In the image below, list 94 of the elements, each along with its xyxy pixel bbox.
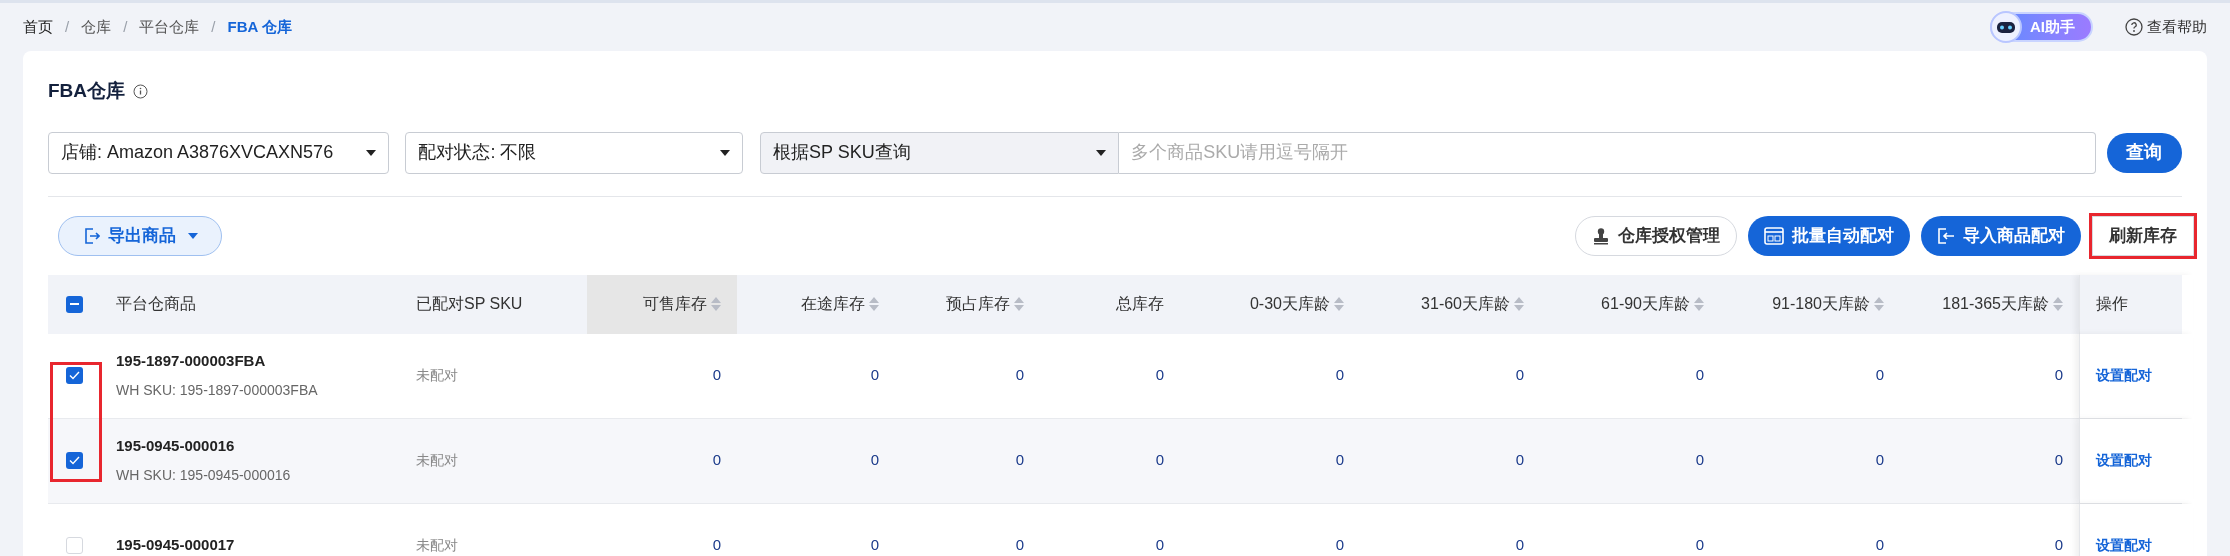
- info-icon: [133, 83, 149, 99]
- sort-icon: [1694, 297, 1704, 311]
- caret-icon: [366, 149, 377, 156]
- stock-value: 0: [2054, 365, 2063, 386]
- stock-value: 0: [1155, 450, 1164, 471]
- toolbar-button[interactable]: 导入商品配对: [1921, 215, 2081, 256]
- sortable-column-header[interactable]: 0-30天库龄: [1249, 292, 1344, 316]
- sortable-column-header[interactable]: 61-90天库龄: [1601, 292, 1704, 316]
- sortable-column-header[interactable]: 在途库存: [801, 292, 879, 316]
- stock-value: 0: [1155, 365, 1164, 386]
- stock-value: 0: [1515, 365, 1524, 386]
- stock-value: 0: [2054, 535, 2063, 556]
- stock-value: 0: [1335, 535, 1344, 556]
- sortable-column-header[interactable]: 91-180天库龄: [1772, 292, 1884, 316]
- warehouse-sku: WH SKU: 195-0945-000016: [116, 466, 292, 486]
- paired-status: 未配对: [416, 366, 458, 385]
- sort-icon: [1334, 297, 1344, 311]
- set-pairing-link[interactable]: 设置配对: [2096, 535, 2152, 556]
- toolbar-button[interactable]: 仓库授权管理: [1575, 215, 1737, 256]
- stock-value: 0: [712, 365, 721, 386]
- sortable-column-header[interactable]: 预占库存: [946, 292, 1024, 316]
- stock-value: 0: [1695, 450, 1704, 471]
- stock-value: 0: [1335, 450, 1344, 471]
- stock-value: 0: [1875, 365, 1884, 386]
- toolbar-button[interactable]: 刷新库存: [2092, 215, 2194, 256]
- product-code: 195-0945-000017: [116, 535, 236, 556]
- breadcrumb-separator: /: [211, 16, 216, 37]
- breadcrumb-link[interactable]: 首页: [23, 15, 53, 39]
- help-icon: [2125, 18, 2143, 36]
- help-link[interactable]: 查看帮助: [2125, 15, 2207, 39]
- export-button[interactable]: 导出商品: [58, 215, 222, 256]
- minus-icon: [69, 303, 79, 305]
- checkbox[interactable]: [65, 367, 83, 384]
- sort-icon: [711, 297, 721, 311]
- search-field[interactable]: 多个商品SKU请用逗号隔开: [1119, 131, 2096, 174]
- stock-value: 0: [1515, 535, 1524, 556]
- column-label: 已配对SP SKU: [416, 294, 523, 314]
- column-label: 平台仓商品: [116, 294, 196, 314]
- stock-value: 0: [870, 365, 879, 386]
- sort-icon: [1874, 297, 1884, 311]
- stock-value: 0: [1875, 450, 1884, 471]
- stock-value: 0: [1015, 365, 1024, 386]
- checkbox[interactable]: [65, 452, 83, 469]
- stock-value: 0: [870, 535, 879, 556]
- product-code: 195-0945-000016: [116, 435, 236, 456]
- set-pairing-link[interactable]: 设置配对: [2096, 450, 2152, 471]
- page-title: FBA仓库: [48, 79, 126, 103]
- product-code: 195-1897-000003FBA: [116, 350, 267, 371]
- pair-status-select[interactable]: 配对状态: 不限: [405, 131, 743, 174]
- stock-value: 0: [1875, 535, 1884, 556]
- stock-value: 0: [1015, 535, 1024, 556]
- breadcrumb-link[interactable]: 平台仓库: [139, 15, 200, 39]
- stock-value: 0: [712, 450, 721, 471]
- sort-icon: [2053, 297, 2063, 311]
- stock-value: 0: [2054, 450, 2063, 471]
- breadcrumb-link[interactable]: 仓库: [81, 15, 112, 39]
- sort-icon: [869, 297, 879, 311]
- store-select[interactable]: 店铺: Amazon A3876XVCAXN576: [48, 131, 390, 174]
- import-icon: [1937, 226, 1955, 245]
- breadcrumb-separator: /: [123, 16, 128, 37]
- toolbar-button[interactable]: 批量自动配对: [1748, 215, 1910, 256]
- paired-status: 未配对: [416, 536, 458, 555]
- stamp-icon: [1592, 226, 1610, 245]
- stock-value: 0: [870, 450, 879, 471]
- column-label: 总库存: [1116, 294, 1164, 314]
- stock-value: 0: [1695, 365, 1704, 386]
- checkbox[interactable]: [65, 537, 83, 554]
- stock-value: 0: [712, 535, 721, 556]
- auto-match-icon: [1764, 226, 1784, 245]
- stock-value: 0: [1335, 365, 1344, 386]
- robot-icon: [1990, 11, 2022, 43]
- check-icon: [68, 371, 80, 380]
- caret-icon: [1096, 149, 1107, 156]
- search-button[interactable]: 查询: [2106, 132, 2182, 173]
- breadcrumb-separator: /: [65, 16, 70, 37]
- sortable-column-header[interactable]: 31-60天库龄: [1421, 292, 1524, 316]
- export-icon: [82, 226, 100, 245]
- warehouse-sku: WH SKU: 195-1897-000003FBA: [116, 381, 319, 401]
- caret-icon: [188, 232, 198, 239]
- breadcrumb-link[interactable]: FBA 仓库: [227, 15, 292, 39]
- column-label: 操作: [2096, 294, 2128, 314]
- sortable-column-header[interactable]: 181-365天库龄: [1942, 292, 2063, 316]
- caret-icon: [719, 149, 730, 156]
- paired-status: 未配对: [416, 451, 458, 470]
- check-icon: [68, 456, 80, 465]
- search-type-select[interactable]: 根据SP SKU查询: [759, 131, 1120, 174]
- stock-value: 0: [1015, 450, 1024, 471]
- set-pairing-link[interactable]: 设置配对: [2096, 365, 2152, 386]
- stock-value: 0: [1695, 535, 1704, 556]
- stock-value: 0: [1155, 535, 1164, 556]
- stock-value: 0: [1515, 450, 1524, 471]
- sort-icon: [1014, 297, 1024, 311]
- sort-icon: [1514, 297, 1524, 311]
- select-all-checkbox[interactable]: [65, 295, 83, 313]
